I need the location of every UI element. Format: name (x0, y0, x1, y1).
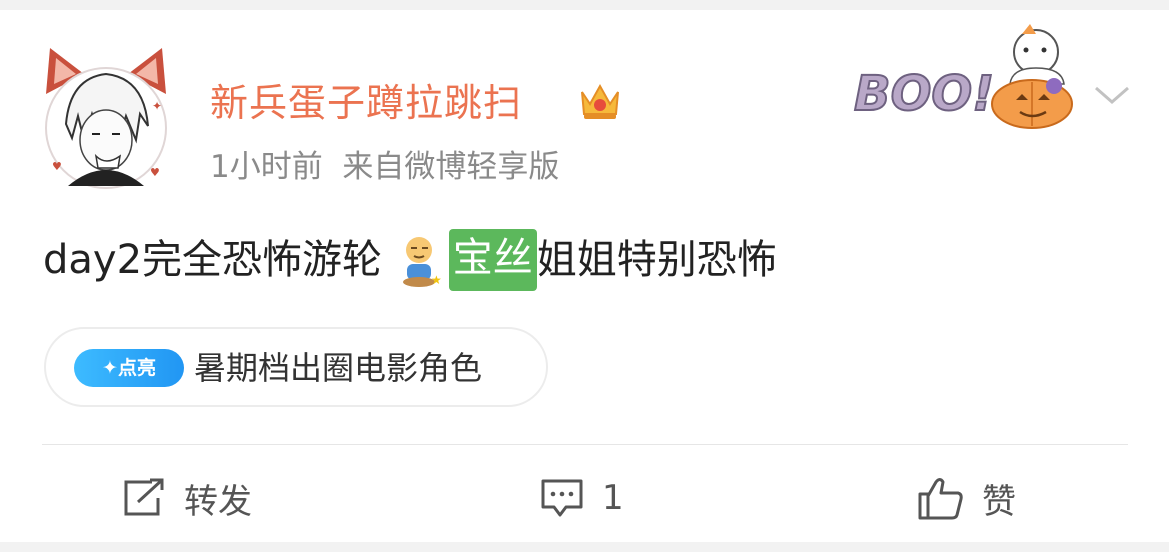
comment-count: 1 (602, 478, 624, 518)
sleepy-person-emoji-icon: ★ (402, 237, 442, 287)
like-button[interactable]: 赞 (916, 470, 1016, 526)
topic-tag[interactable]: ✦点亮 暑期档出圈电影角色 (44, 327, 548, 407)
svg-text:★: ★ (431, 273, 442, 287)
like-label: 赞 (982, 481, 1016, 522)
boo-text: BOO! (854, 66, 994, 122)
user-avatar[interactable]: ♥ ✦ ♥ (40, 44, 172, 194)
repost-icon (124, 478, 164, 516)
boo-pumpkin-decoration: BOO! (853, 24, 1073, 129)
content-text: day2完全恐怖游轮 (43, 237, 395, 283)
post-content: day2完全恐怖游轮 ★ 宝丝 姐姐特别恐怖 (43, 229, 777, 291)
post-card: ♥ ✦ ♥ 新兵蛋子蹲拉跳扫 1小时前 来自微博轻享版 BOO! day2完全恐… (0, 10, 1169, 542)
username[interactable]: 新兵蛋子蹲拉跳扫 (210, 80, 522, 126)
thumbs-up-icon (918, 478, 963, 520)
light-up-badge[interactable]: ✦点亮 (74, 349, 184, 387)
divider (42, 444, 1128, 445)
post-meta: 1小时前 来自微博轻享版 (210, 149, 560, 185)
comment-icon (541, 479, 583, 517)
topic-text: 暑期档出圈电影角色 (194, 349, 483, 387)
repost-button[interactable]: 转发 (122, 470, 252, 526)
crown-icon (581, 83, 619, 119)
content-text-tail: 姐姐特别恐怖 (536, 237, 777, 283)
svg-text:✦: ✦ (152, 99, 162, 113)
repost-label: 转发 (184, 481, 252, 522)
chevron-down-icon[interactable] (1092, 82, 1132, 108)
svg-text:♥: ♥ (52, 160, 62, 173)
svg-text:♥: ♥ (150, 166, 160, 179)
comment-button[interactable]: 1 (540, 470, 624, 526)
highlighted-mention-link[interactable]: 宝丝 (448, 229, 537, 291)
